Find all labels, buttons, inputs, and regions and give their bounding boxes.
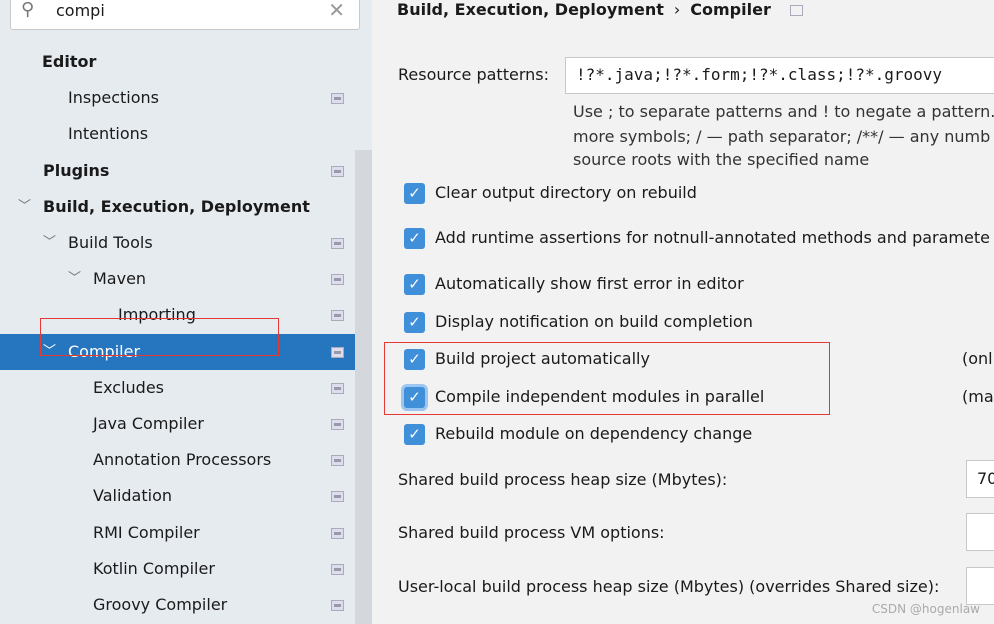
tree-item-label: Build, Execution, Deployment [43, 196, 310, 216]
tree-item-label: Excludes [93, 377, 165, 397]
resource-patterns-label: Resource patterns: [398, 65, 549, 84]
checkbox-note: (onl [962, 349, 993, 368]
resource-help-1: Use ; to separate patterns and ! to nega… [573, 102, 994, 121]
field-input[interactable]: 70 [966, 460, 994, 498]
project-settings-icon [331, 346, 344, 358]
chevron-down-icon[interactable]: ﹀ [43, 225, 56, 261]
tree-item-label: Build Tools [68, 233, 153, 252]
field-label: User-local build process heap size (Mbyt… [398, 577, 940, 596]
tree-item[interactable]: Kotlin Compiler [0, 551, 355, 587]
project-settings-icon [331, 455, 344, 467]
field-label: Shared build process VM options: [398, 523, 665, 542]
project-settings-icon [331, 563, 344, 575]
tree-item-label: Maven [93, 269, 147, 289]
project-settings-icon [331, 93, 344, 105]
tree-item[interactable]: ﹀ Maven [0, 261, 355, 297]
project-settings-icon [331, 310, 344, 322]
checkbox-label[interactable]: Add runtime assertions for notnull-annot… [435, 228, 990, 247]
tree-item[interactable]: Excludes [0, 370, 355, 406]
tree-item-label: Groovy Compiler [93, 595, 228, 614]
checkbox[interactable]: ✓ [404, 274, 425, 295]
checkbox[interactable]: ✓ [404, 424, 425, 445]
tree-item[interactable]: Editor [0, 44, 355, 80]
resource-help-2: more symbols; / — path separator; /**/ —… [573, 127, 991, 146]
breadcrumb: Build, Execution, Deployment › Compiler [397, 0, 804, 19]
close-icon[interactable]: ✕ [328, 0, 345, 22]
checkbox-label[interactable]: Clear output directory on rebuild [435, 183, 697, 202]
search-field[interactable]: ⚲ compi ✕ [10, 0, 360, 30]
tree-item-label: Editor [42, 52, 97, 71]
project-settings-icon [331, 382, 344, 394]
tree-item[interactable]: Groovy Compiler [0, 587, 355, 623]
tree-item[interactable]: Java Compiler [0, 406, 355, 442]
search-input[interactable]: compi [56, 1, 105, 20]
highlight-box [40, 318, 279, 356]
tree-item-label: RMI Compiler [93, 522, 200, 542]
checkbox-label[interactable]: Display notification on build completion [435, 312, 753, 331]
tree-item[interactable]: ﹀ Build, Execution, Deployment [0, 189, 355, 225]
resource-help-3: source roots with the specified name [573, 150, 870, 169]
tree-item[interactable]: Inspections [0, 80, 355, 116]
search-icon[interactable]: ⚲ [21, 0, 34, 20]
chevron-down-icon[interactable]: ﹀ [18, 189, 31, 225]
checkbox[interactable]: ✓ [404, 183, 425, 204]
breadcrumb-parent[interactable]: Build, Execution, Deployment [397, 0, 664, 19]
tree-item-label: Intentions [68, 124, 149, 144]
tree-item-label: Inspections [68, 88, 159, 108]
project-settings-icon [331, 600, 344, 611]
checkbox-note: (ma [962, 387, 994, 406]
project-settings-icon [331, 165, 344, 177]
chevron-down-icon[interactable]: ﹀ [68, 261, 81, 297]
project-settings-icon [331, 274, 344, 286]
breadcrumb-current: Compiler [690, 0, 771, 19]
checkbox-label[interactable]: Automatically show first error in editor [435, 274, 744, 293]
project-settings-icon [331, 238, 344, 249]
tree-item[interactable]: Plugins [0, 153, 355, 189]
checkbox-label[interactable]: Rebuild module on dependency change [435, 424, 752, 443]
field-input[interactable] [966, 567, 994, 605]
resource-patterns-input[interactable]: !?*.java;!?*.form;!?*.class;!?*.groovy [565, 57, 994, 94]
tree-item[interactable]: Intentions [0, 116, 355, 152]
breadcrumb-separator: › [673, 0, 681, 19]
checkbox[interactable]: ✓ [404, 312, 425, 333]
settings-content: Build, Execution, Deployment › Compiler Re… [372, 0, 994, 624]
tree-item[interactable]: Validation [0, 478, 355, 514]
field-label: Shared build process heap size (Mbytes): [398, 470, 728, 489]
tree-item-label: Plugins [43, 160, 110, 180]
scrollbar[interactable] [355, 150, 372, 624]
highlight-box [384, 342, 830, 415]
watermark: CSDN @hogenlaw [871, 602, 980, 616]
tree-item[interactable]: RMI Compiler [0, 515, 355, 551]
tree-item[interactable]: ﹀ Build Tools [0, 225, 355, 261]
field-input[interactable] [966, 513, 994, 551]
tree-item-label: Validation [93, 486, 173, 506]
settings-sidebar: ⚲ compi ✕ Editor Inspections Intentions Plu… [0, 0, 372, 624]
project-settings-icon [331, 491, 344, 503]
checkbox[interactable]: ✓ [404, 228, 425, 249]
project-settings-icon [331, 419, 344, 430]
tree-item-label: Annotation Processors [93, 450, 272, 470]
tree-item-label: Kotlin Compiler [93, 558, 215, 578]
tree-item-label: Java Compiler [93, 414, 204, 433]
page-icon [790, 5, 804, 16]
tree-item[interactable]: Annotation Processors [0, 442, 355, 478]
project-settings-icon [331, 527, 344, 539]
